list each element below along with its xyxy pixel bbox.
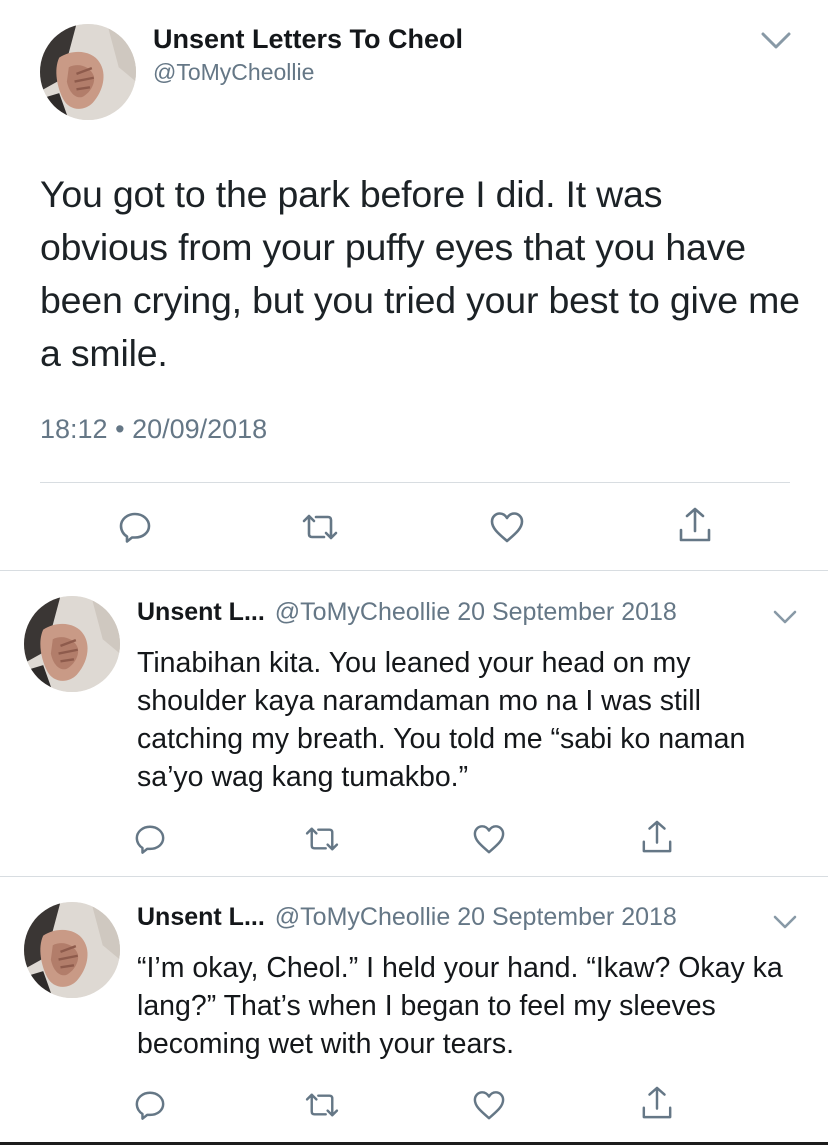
reply-date: 20 September 2018	[457, 598, 677, 626]
tweet-text: You got to the park before I did. It was…	[40, 173, 800, 374]
handle[interactable]: @ToMyCheollie	[275, 598, 450, 626]
reply-tweet[interactable]: Unsent L... @ToMyCheollie 20 September 20…	[0, 877, 828, 1137]
reply-header: Unsent L... @ToMyCheollie 20 September 20…	[137, 903, 677, 932]
avatar[interactable]	[24, 902, 120, 998]
tweet-time: 18:12	[40, 414, 108, 444]
avatar-image	[40, 24, 136, 120]
display-name[interactable]: Unsent L...	[137, 903, 265, 931]
avatar[interactable]	[24, 596, 120, 692]
tweet-timestamp: 18:12 • 20/09/2018	[40, 414, 267, 445]
avatar-image	[24, 596, 120, 692]
display-name[interactable]: Unsent L...	[137, 598, 265, 626]
avatar-image	[24, 902, 120, 998]
reply-date: 20 September 2018	[457, 903, 677, 931]
reply-icon[interactable]	[118, 510, 152, 544]
handle[interactable]: @ToMyCheollie	[153, 59, 314, 86]
reply-icon[interactable]	[134, 823, 166, 855]
share-icon[interactable]	[641, 819, 673, 855]
tweet-date: 20/09/2018	[132, 414, 268, 444]
retweet-icon[interactable]	[303, 1091, 341, 1119]
display-name[interactable]: Unsent Letters To Cheol	[153, 24, 463, 55]
reply-icon[interactable]	[134, 1089, 166, 1121]
meta-separator: •	[115, 414, 125, 444]
retweet-icon[interactable]	[300, 512, 340, 542]
tweet-text: “I’m okay, Cheol.” I held your hand. “Ik…	[137, 952, 783, 1060]
avatar[interactable]	[40, 24, 136, 120]
main-tweet: Unsent Letters To Cheol @ToMyCheollie Yo…	[0, 0, 828, 570]
like-icon[interactable]	[472, 1089, 506, 1121]
chevron-down-icon[interactable]	[760, 30, 792, 52]
like-icon[interactable]	[489, 510, 525, 544]
chevron-down-icon[interactable]	[772, 913, 798, 931]
reply-header: Unsent L... @ToMyCheollie 20 September 20…	[137, 598, 677, 627]
handle[interactable]: @ToMyCheollie	[275, 903, 450, 931]
chevron-down-icon[interactable]	[772, 608, 798, 626]
reply-tweet[interactable]: Unsent L... @ToMyCheollie 20 September 20…	[0, 571, 828, 875]
retweet-icon[interactable]	[303, 825, 341, 853]
share-icon[interactable]	[641, 1085, 673, 1121]
like-icon[interactable]	[472, 823, 506, 855]
divider	[40, 482, 790, 483]
share-icon[interactable]	[678, 506, 712, 544]
tweet-text: Tinabihan kita. You leaned your head on …	[137, 647, 746, 793]
